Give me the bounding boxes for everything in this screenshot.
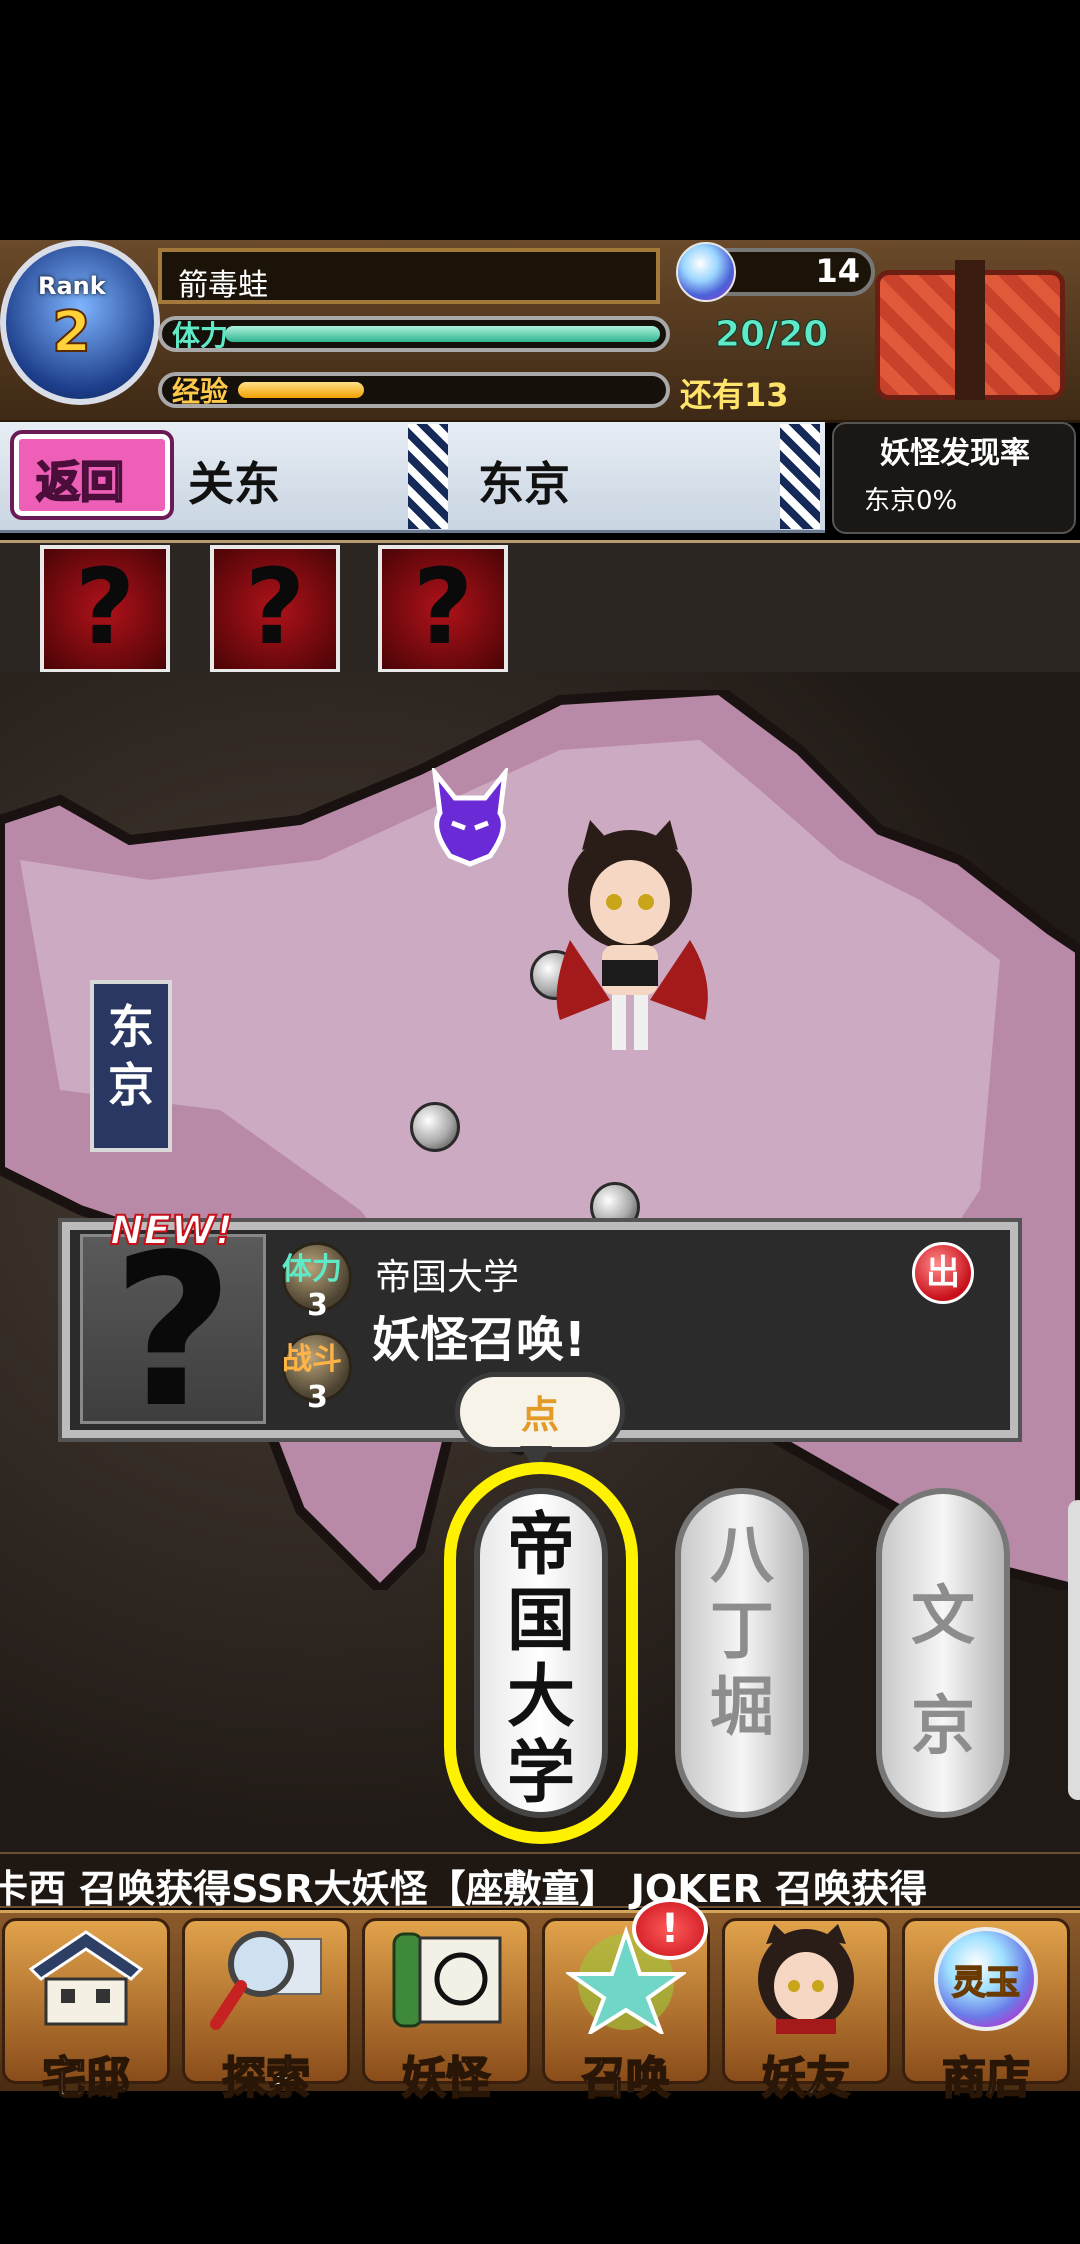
exp-bar (158, 372, 670, 408)
tab-divider (408, 424, 448, 529)
stamina-label: 体力 (172, 319, 229, 352)
location-button-label: 帝 国 大 学 (506, 1506, 575, 1813)
location-button-label: 八 丁 堀 (710, 1519, 774, 1745)
nav-label: 妖怪 (401, 2052, 491, 2105)
house-icon (28, 1930, 144, 2026)
exp-bar-fill (238, 382, 364, 398)
nav-label: 妖友 (761, 2052, 851, 2105)
spirit-orb-icon: 灵玉 (934, 1927, 1038, 2031)
nav-label: 宅邸 (41, 2052, 131, 2105)
region-label: 关东 (188, 457, 280, 511)
stamina-cost-value: 3 (307, 1288, 328, 1323)
location-name: 帝国大学 (375, 1257, 520, 1298)
news-ticker-text: 卡西 召唤获得SSR大妖怪【座敷童】 JOKER 召唤获得 (0, 1867, 928, 1911)
summon-action-text: 妖怪召唤! (372, 1312, 586, 1368)
alert-badge: ! (632, 1898, 708, 1960)
nav-label: 探索 (221, 2052, 311, 2105)
friend-girl-icon (758, 1924, 854, 2034)
rank-label: Rank (38, 272, 106, 300)
map-node[interactable] (410, 1102, 460, 1152)
magnifier-map-icon (210, 1931, 322, 2030)
back-button-label: 返回 (35, 456, 125, 509)
discovery-rate-value: 东京0% (864, 486, 958, 516)
question-mark-icon: ? (244, 546, 306, 668)
question-mark-icon: ? (74, 546, 136, 668)
battle-cost-label: 战斗 (282, 1342, 342, 1377)
gem-count: 14 (815, 252, 860, 290)
question-mark-icon: ? (112, 1209, 234, 1454)
location-button-label: 文 京 (911, 1580, 975, 1764)
stamina-value: 20/20 (714, 314, 829, 356)
question-mark-icon: ? (412, 546, 474, 668)
player-character (556, 820, 708, 1050)
crystal-ball-icon (676, 242, 736, 302)
exit-icon[interactable]: 出 (912, 1242, 974, 1304)
battle-cost-value: 3 (307, 1380, 328, 1415)
city-sign-label: 东 京 (108, 1000, 154, 1112)
demon-mask-icon[interactable] (420, 768, 520, 868)
nav-label: 商店 (941, 2052, 1031, 2105)
exp-remaining: 还有13 (680, 376, 789, 414)
stamina-cost-label: 体力 (282, 1252, 342, 1287)
player-name: 箭毒蛙 (178, 268, 268, 303)
new-badge: NEW! (109, 1207, 234, 1255)
treasure-chest-button[interactable] (875, 250, 1065, 400)
scroll-icon (392, 1932, 502, 2028)
spirit-orb-text: 灵玉 (952, 1963, 1020, 2003)
city-label: 东京 (478, 457, 570, 511)
discovery-rate-title: 妖怪发现率 (880, 436, 1030, 471)
rank-value: 2 (51, 299, 92, 366)
tab-divider (780, 424, 820, 529)
tap-hint-text: 点 (520, 1393, 559, 1437)
chest-band (955, 260, 985, 400)
location-button-partial[interactable] (1068, 1500, 1080, 1800)
stamina-bar-fill (225, 326, 660, 342)
nav-label: 召唤 (581, 2052, 671, 2105)
exp-label: 经验 (172, 375, 229, 408)
